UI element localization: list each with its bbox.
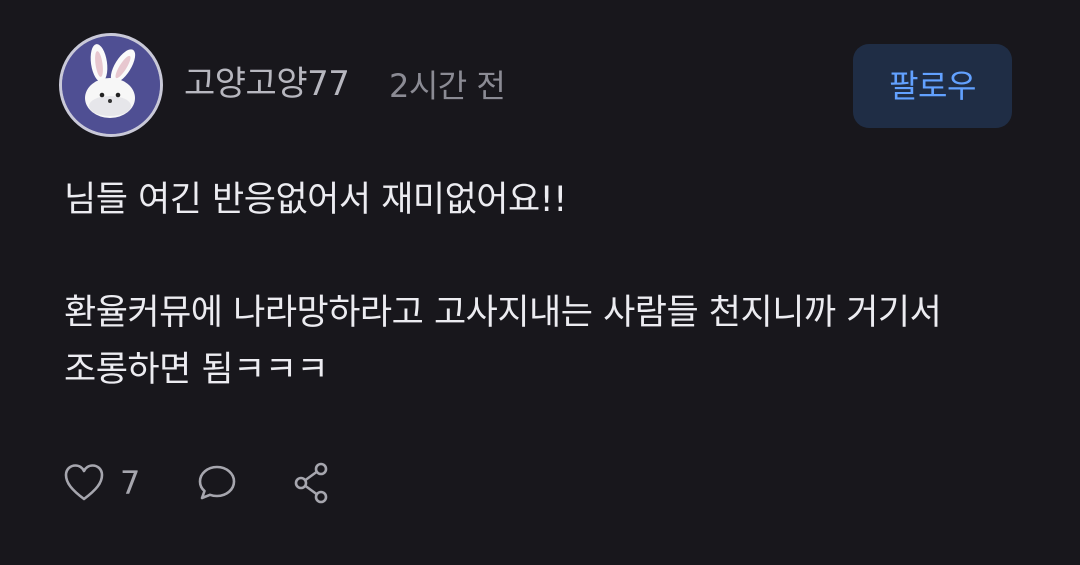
like-count: 7 bbox=[120, 464, 141, 502]
like-button[interactable]: 7 bbox=[62, 461, 140, 505]
follow-button[interactable]: 팔로우 bbox=[853, 44, 1012, 128]
post-text-line-1: 님들 여긴 반응없어서 재미없어요!! bbox=[64, 180, 567, 220]
bunny-avatar-icon bbox=[62, 36, 160, 134]
comment-icon bbox=[198, 465, 236, 500]
heart-icon bbox=[64, 464, 104, 501]
share-button[interactable] bbox=[292, 462, 332, 504]
post-time: 2시간 전 bbox=[389, 67, 506, 105]
comment-button[interactable] bbox=[196, 462, 238, 504]
post-text-line-3: 조롱하면 됨ㅋㅋㅋ bbox=[64, 350, 329, 390]
post-text-line-2: 환율커뮤에 나라망하라고 고사지내는 사람들 천지니까 거기서 bbox=[64, 293, 942, 333]
post-card: 고양고양77 2시간 전 팔로우 님들 여긴 반응없어서 재미없어요!! 환율커… bbox=[0, 0, 1080, 565]
avatar[interactable] bbox=[59, 33, 163, 137]
username[interactable]: 고양고양77 bbox=[184, 62, 350, 106]
share-icon bbox=[294, 462, 328, 504]
